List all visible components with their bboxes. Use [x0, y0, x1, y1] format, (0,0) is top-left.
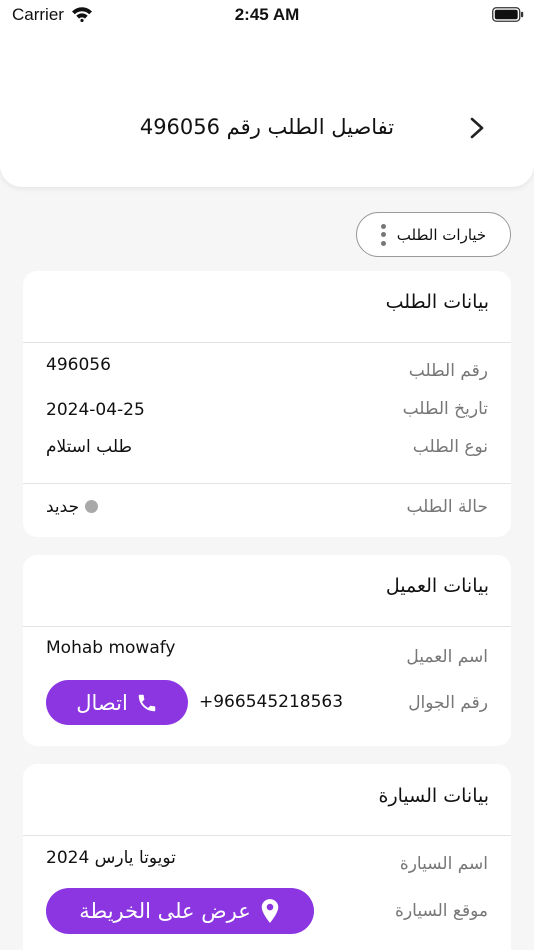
car-section-title: بيانات السيارة [378, 785, 489, 807]
order-options-label: خيارات الطلب [396, 225, 487, 244]
call-button-label: اتصال [76, 690, 128, 715]
view-on-map-label: عرض على الخريطة [79, 899, 251, 923]
order-number-value: 496056 [46, 355, 111, 375]
order-date-value: 2024-04-25 [46, 400, 145, 420]
order-status-value: جديد [46, 497, 80, 517]
kebab-icon [381, 223, 387, 246]
chevron-right-icon[interactable] [466, 116, 488, 140]
page-title: تفاصيل الطلب رقم 496056 [139, 115, 395, 139]
car-name-label: اسم السيارة [399, 854, 488, 874]
order-status-label: حالة الطلب [406, 497, 488, 517]
order-number-label: رقم الطلب [408, 361, 488, 381]
view-on-map-button[interactable]: عرض على الخريطة [46, 888, 314, 934]
customer-section-title: بيانات العميل [385, 575, 489, 597]
customer-card: بيانات العميل اسم العميل Mohab mowafy رق… [23, 555, 511, 746]
status-bar: Carrier 2:45 AM [0, 0, 534, 30]
battery-icon [492, 7, 524, 22]
order-type-value: طلب استلام [46, 437, 133, 457]
car-name-value: تويوتا يارس 2024 [46, 848, 176, 868]
status-time: 2:45 AM [234, 5, 300, 24]
order-details-card: بيانات الطلب رقم الطلب 496056 تاريخ الطل… [23, 271, 511, 537]
status-dot [85, 500, 99, 513]
customer-name-value: Mohab mowafy [46, 638, 176, 658]
order-section-title: بيانات الطلب [385, 291, 489, 313]
car-card: بيانات السيارة اسم السيارة تويوتا يارس 2… [23, 764, 511, 950]
order-options-button[interactable]: خيارات الطلب [356, 212, 511, 257]
customer-name-label: اسم العميل [406, 647, 488, 667]
customer-phone-label: رقم الجوال [408, 693, 488, 713]
call-button[interactable]: اتصال [46, 680, 188, 725]
location-pin-icon [261, 899, 279, 923]
divider [23, 342, 511, 343]
divider [23, 835, 511, 836]
order-type-label: نوع الطلب [412, 437, 488, 457]
divider [23, 483, 511, 484]
phone-icon [138, 694, 156, 711]
divider [23, 626, 511, 627]
car-location-label: موقع السيارة [395, 901, 488, 921]
customer-phone-value: +966545218563 [199, 692, 344, 712]
order-date-label: تاريخ الطلب [402, 399, 488, 419]
order-status-badge: جديد [46, 497, 99, 517]
